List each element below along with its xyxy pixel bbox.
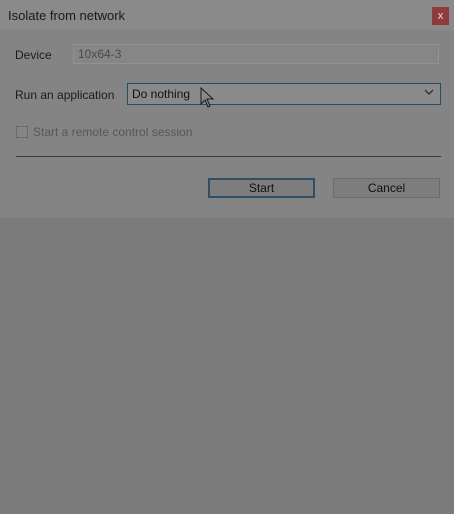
run-application-select[interactable]: Do nothing <box>127 83 441 105</box>
divider <box>16 156 441 157</box>
title-bar: Isolate from network x <box>0 0 454 30</box>
remote-control-checkbox-row[interactable]: Start a remote control session <box>16 124 192 140</box>
device-label-text: Device <box>15 48 52 62</box>
remote-control-label: Start a remote control session <box>33 125 193 139</box>
cancel-button[interactable]: Cancel <box>333 178 440 198</box>
start-button[interactable]: Start <box>208 178 315 198</box>
device-field[interactable]: 10x64-3 <box>73 44 439 64</box>
close-button[interactable]: x <box>432 7 449 25</box>
close-icon: x <box>437 10 444 22</box>
mouse-pointer-icon <box>200 87 215 108</box>
run-application-selected: Do nothing <box>132 87 191 101</box>
background-area <box>0 218 454 514</box>
device-label: Device <box>15 48 52 62</box>
start-button-label: Start <box>248 181 275 195</box>
run-application-label-text: Run an application <box>15 88 115 102</box>
cancel-button-label: Cancel <box>367 181 406 195</box>
run-application-label: Run an application <box>15 88 114 102</box>
remote-control-checkbox[interactable] <box>16 126 28 138</box>
chevron-down-icon <box>424 89 434 95</box>
isolate-dialog-window: Isolate from network x Device 10x64-3 Ru… <box>0 0 454 514</box>
window-title: Isolate from network <box>8 8 126 23</box>
